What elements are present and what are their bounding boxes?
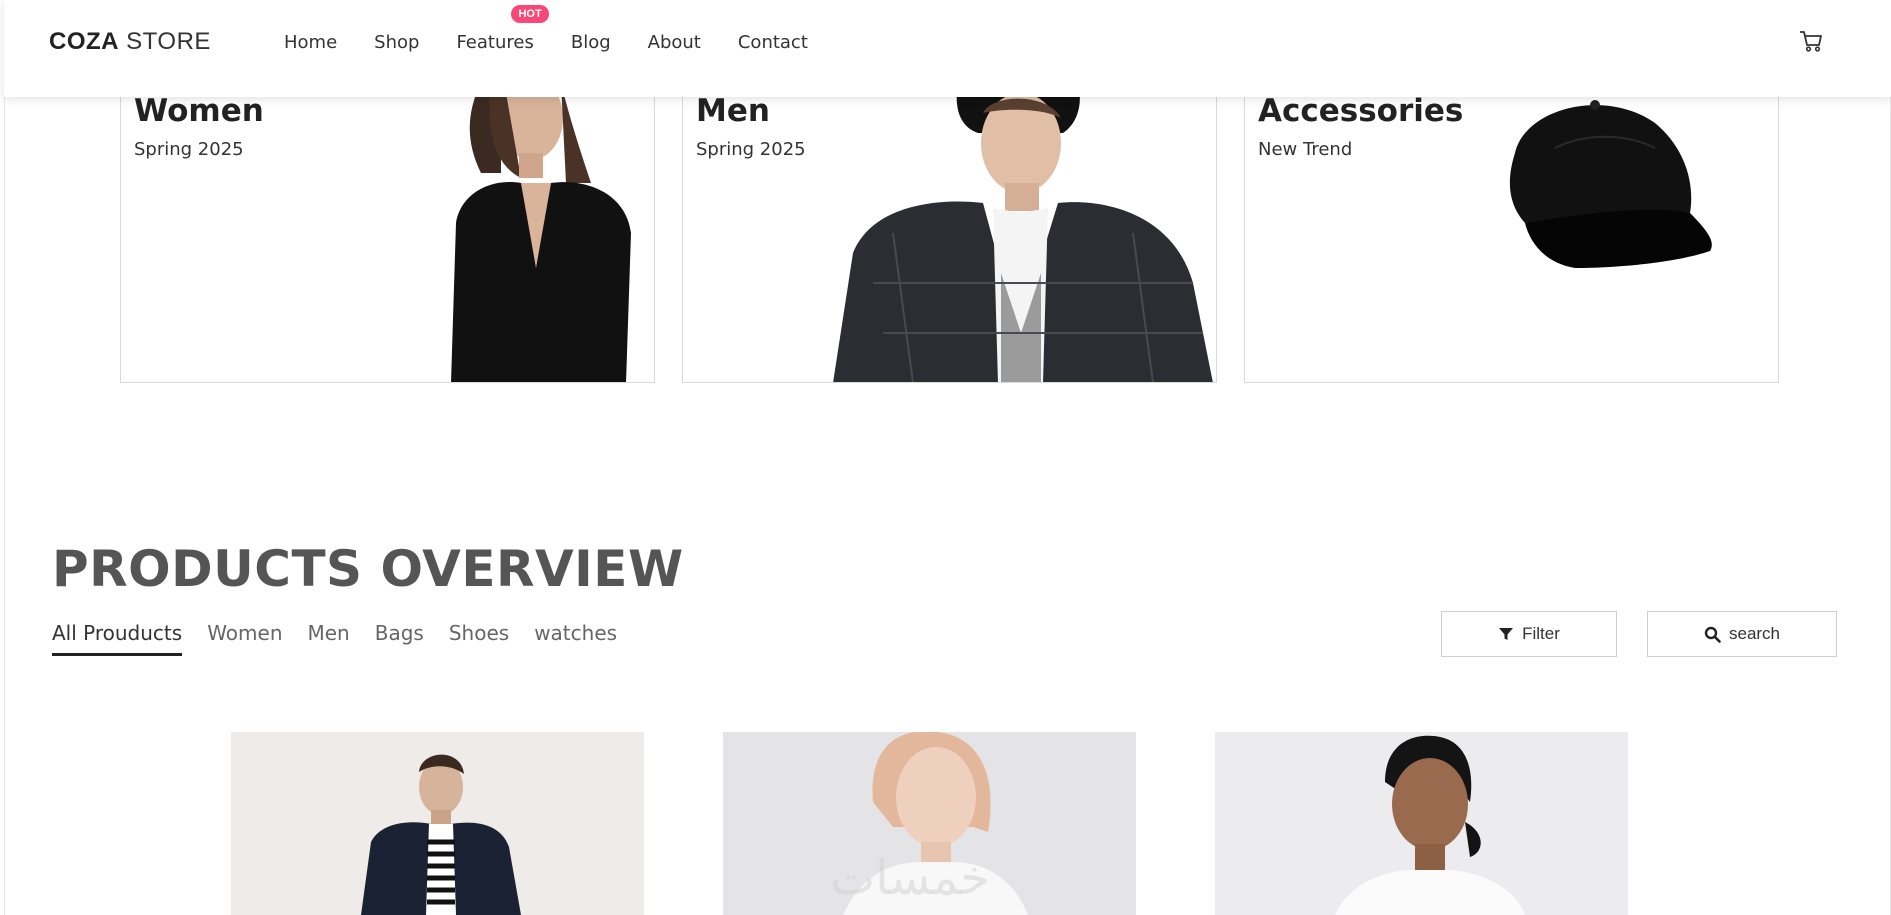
banner-title: Accessories	[1258, 93, 1464, 129]
tab-watches[interactable]: watches	[534, 621, 617, 656]
banner-title: Women	[134, 93, 264, 129]
logo-bold: COZA	[49, 28, 119, 55]
section-title: PRODUCTS OVERVIEW	[52, 540, 684, 598]
tab-men[interactable]: Men	[308, 621, 350, 656]
hot-badge: HOT	[511, 5, 549, 23]
men-model-image	[833, 83, 1213, 382]
product-card[interactable]	[1215, 732, 1628, 915]
nav-blog[interactable]: Blog	[571, 32, 611, 53]
logo[interactable]: COZA STORE	[49, 28, 211, 56]
banner-subtitle: New Trend	[1258, 139, 1353, 160]
cart-icon[interactable]	[1798, 28, 1824, 54]
product-image	[361, 754, 521, 915]
main-nav: Home Shop Features HOT Blog About Contac…	[284, 5, 845, 53]
banner-subtitle: Spring 2025	[134, 139, 244, 160]
search-label: search	[1728, 624, 1781, 643]
banner-subtitle: Spring 2025	[696, 139, 806, 160]
women-model-image	[451, 83, 631, 382]
tab-bags[interactable]: Bags	[375, 621, 424, 656]
product-card[interactable]	[231, 732, 644, 915]
tab-all-products[interactable]: All Prouducts	[52, 621, 183, 656]
tab-shoes[interactable]: Shoes	[449, 621, 509, 656]
filter-icon	[1499, 628, 1514, 640]
filter-button[interactable]: Filter	[1441, 611, 1617, 657]
logo-light: STORE	[119, 28, 211, 55]
product-image	[1335, 735, 1525, 915]
banner-men[interactable]: Men Spring 2025	[682, 82, 1217, 383]
nav-features-label: Features	[456, 32, 534, 53]
tab-women[interactable]: Women	[207, 621, 282, 656]
filter-label: Filter	[1522, 624, 1560, 643]
search-icon	[1704, 626, 1721, 643]
banner-accessories[interactable]: Accessories New Trend	[1244, 82, 1779, 383]
nav-shop[interactable]: Shop	[374, 32, 419, 53]
banner-women[interactable]: Women Spring 2025	[120, 82, 655, 383]
nav-features[interactable]: Features HOT	[456, 5, 549, 53]
banner-title: Men	[696, 93, 770, 129]
cap-image	[1509, 100, 1712, 268]
nav-about[interactable]: About	[648, 32, 701, 53]
watermark-text: خمسات	[830, 850, 991, 906]
product-filter-tabs: All Prouducts Women Men Bags Shoes watch…	[52, 621, 642, 656]
search-button[interactable]: search	[1647, 611, 1837, 657]
nav-home[interactable]: Home	[284, 32, 337, 53]
site-header: COZA STORE Home Shop Features HOT Blog A…	[4, 0, 1891, 97]
nav-contact[interactable]: Contact	[738, 32, 808, 53]
